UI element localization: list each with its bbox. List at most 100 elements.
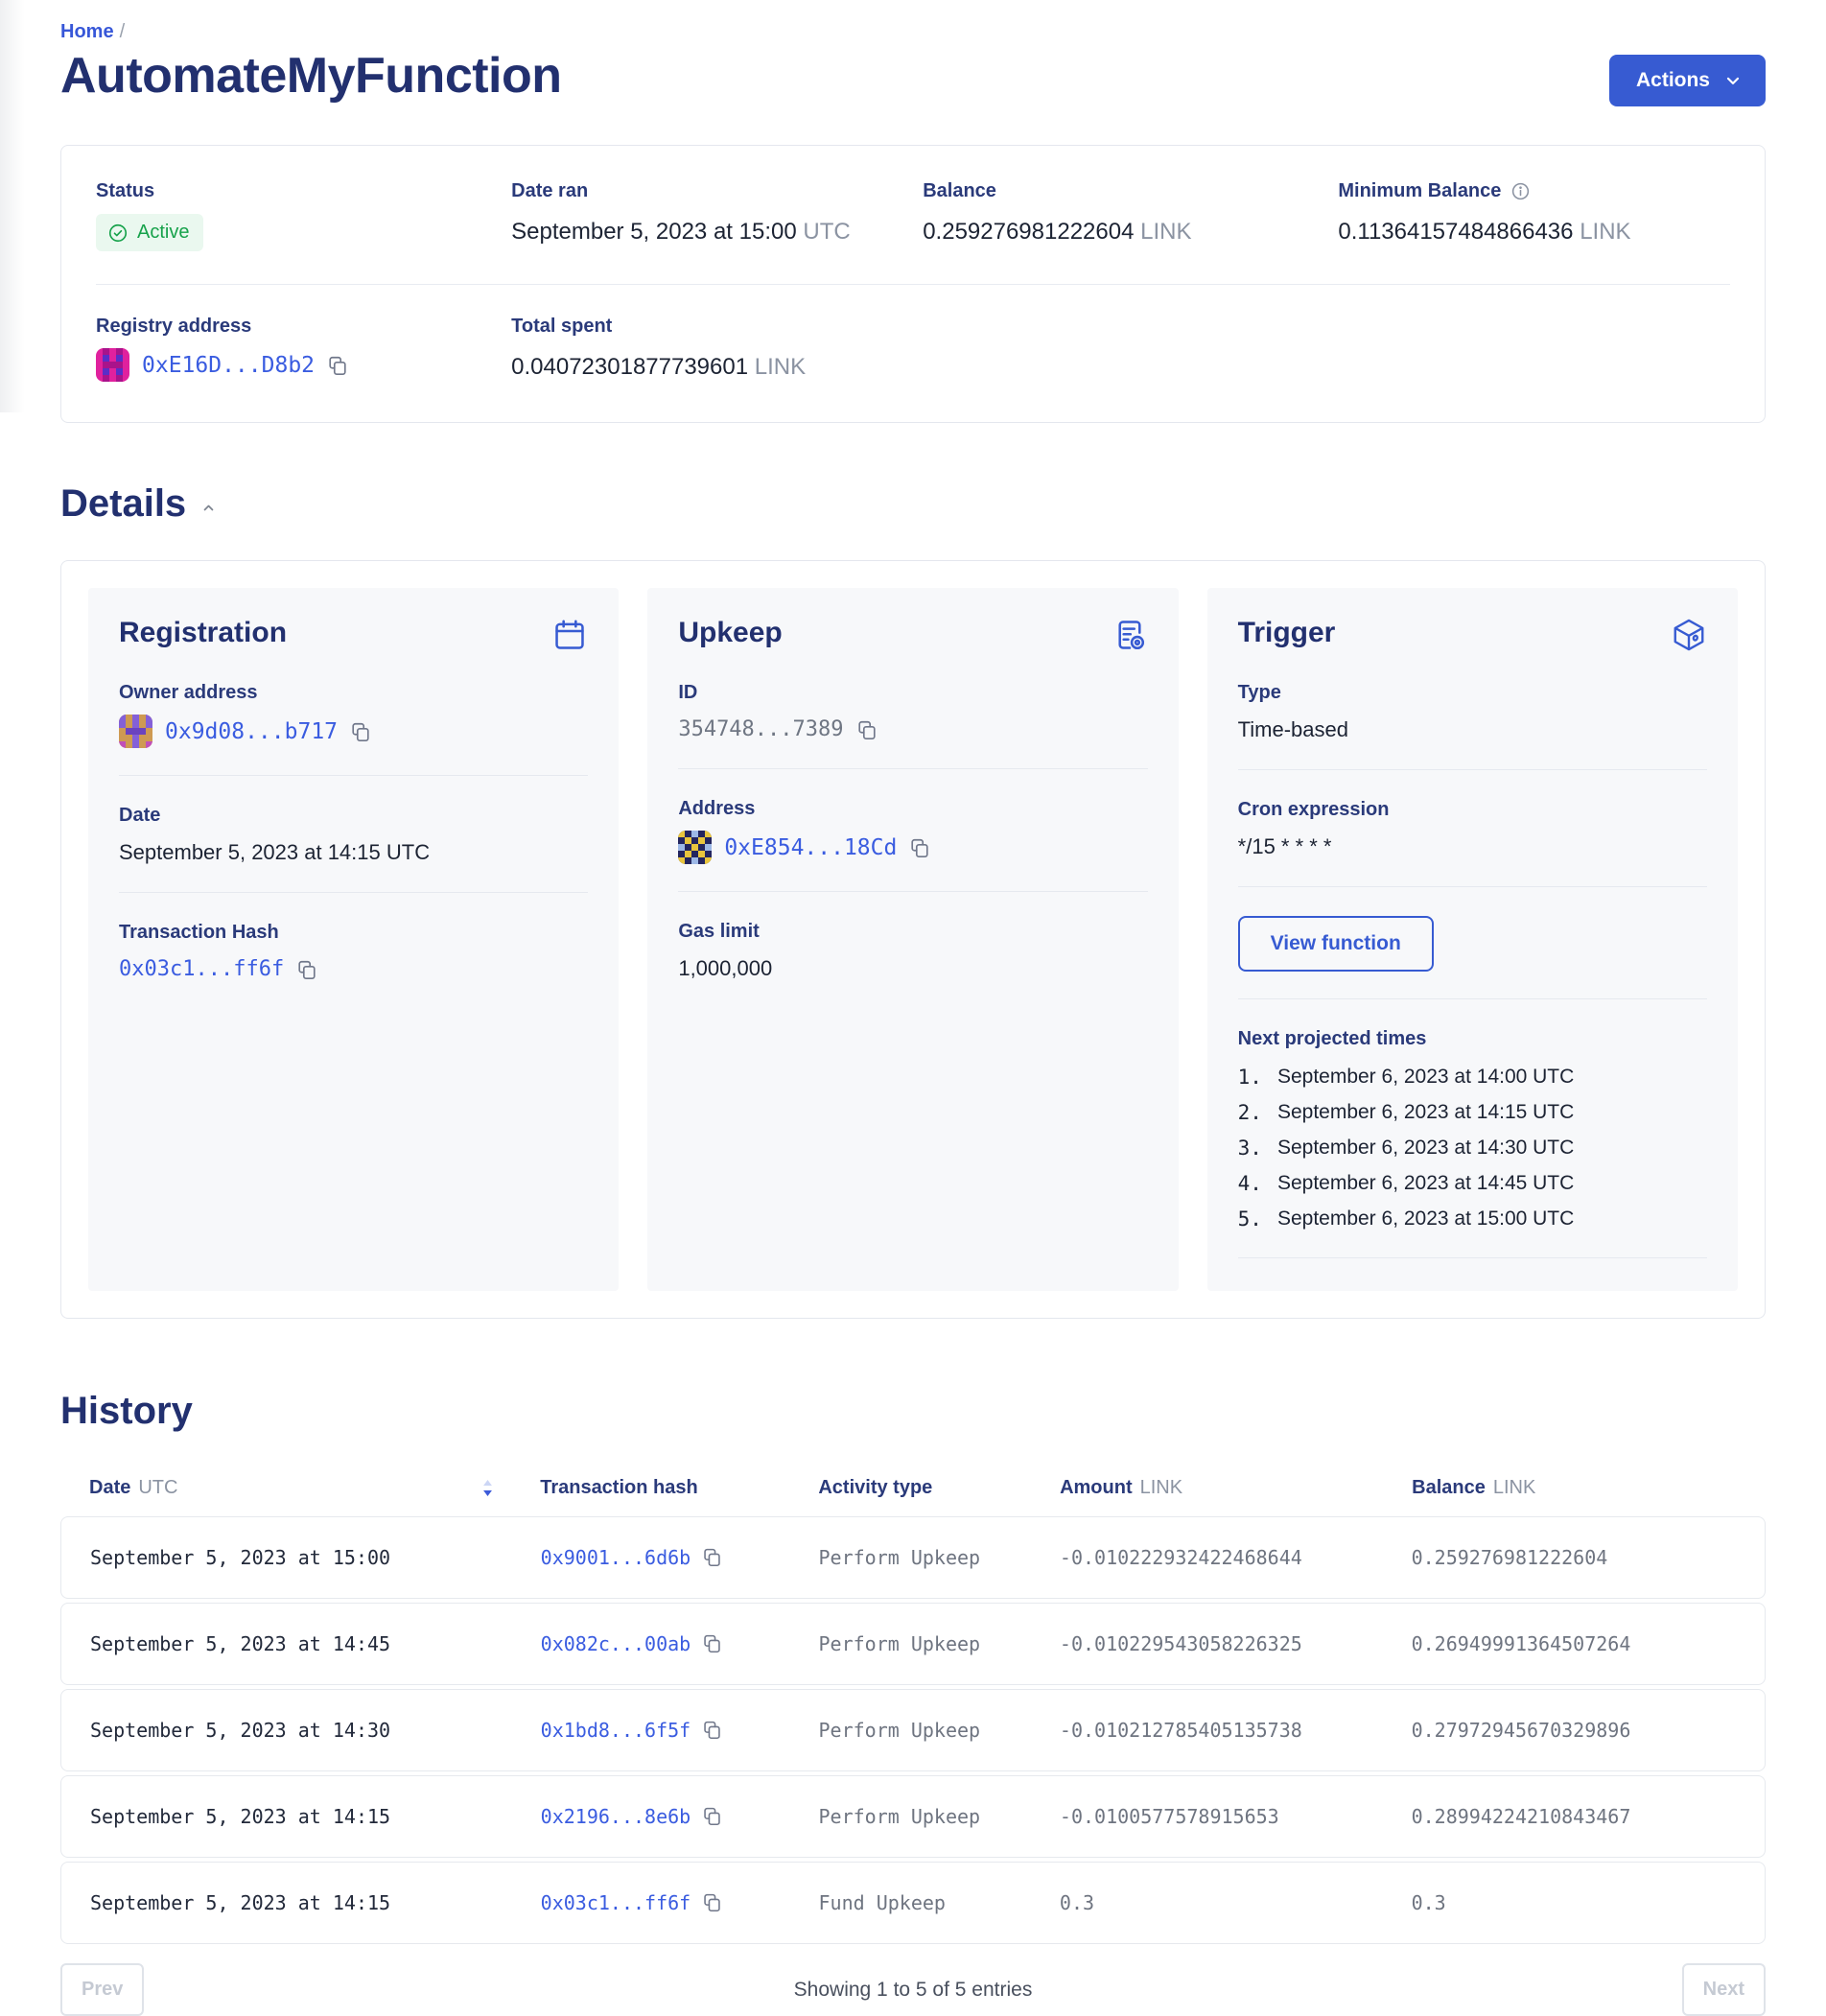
row-date: September 5, 2023 at 14:15 [90, 1891, 541, 1914]
row-amount: -0.0100577578915653 [1060, 1805, 1412, 1828]
balance-label: Balance [923, 180, 1338, 202]
calendar-icon [551, 617, 588, 653]
check-circle-icon [107, 223, 129, 244]
transaction-hash-label: Transaction Hash [119, 922, 588, 944]
owner-identicon [119, 715, 152, 748]
row-balance: 0.3 [1412, 1891, 1765, 1914]
page: Home / AutomateMyFunction Actions Status … [0, 0, 1826, 2016]
row-balance: 0.259276981222604 [1412, 1546, 1765, 1569]
next-projected-times-label: Next projected times [1238, 1028, 1707, 1050]
row-hash-link[interactable]: 0x03c1...ff6f [541, 1891, 691, 1914]
total-spent-value: 0.04072301877739601 LINK [511, 354, 1338, 381]
divider [1238, 886, 1707, 887]
projected-time-item: 5.September 6, 2023 at 15:00 UTC [1238, 1207, 1707, 1231]
breadcrumb-home-link[interactable]: Home [60, 21, 114, 42]
copy-icon[interactable] [702, 1633, 723, 1654]
table-row: September 5, 2023 at 14:45 0x082c...00ab… [60, 1603, 1766, 1685]
registration-card: Registration Owner address 0x9d08...b717 [88, 588, 619, 1291]
row-hash-link[interactable]: 0x082c...00ab [541, 1632, 691, 1655]
status-badge-text: Active [137, 222, 189, 244]
total-spent-field: Total spent 0.04072301877739601 LINK [511, 316, 1338, 382]
upkeep-card: Upkeep ID 354748...7389 Address [647, 588, 1178, 1291]
breadcrumb: Home / [60, 21, 1766, 43]
col-amount-suffix: LINK [1140, 1477, 1182, 1498]
actions-button[interactable]: Actions [1609, 55, 1766, 106]
col-balance-suffix: LINK [1493, 1477, 1535, 1498]
trigger-card: Trigger Type Time-based Cron expression … [1207, 588, 1738, 1291]
prev-button[interactable]: Prev [60, 1963, 144, 2016]
owner-address-link[interactable]: 0x9d08...b717 [165, 719, 338, 744]
cube-icon [1671, 617, 1707, 653]
copy-icon[interactable] [702, 1547, 723, 1568]
row-balance: 0.26949991364507264 [1412, 1632, 1765, 1655]
details-heading: Details [60, 482, 186, 526]
row-activity: Perform Upkeep [819, 1805, 1060, 1828]
col-activity-type[interactable]: Activity type [818, 1477, 932, 1498]
status-field: Status Active [96, 180, 511, 251]
projected-time-item: 1.September 6, 2023 at 14:00 UTC [1238, 1066, 1707, 1089]
copy-icon[interactable] [327, 355, 348, 376]
next-projected-times-list: 1.September 6, 2023 at 14:00 UTC 2.Septe… [1238, 1066, 1707, 1231]
copy-icon[interactable] [856, 719, 878, 740]
divider [678, 768, 1147, 769]
copy-icon[interactable] [909, 837, 930, 858]
collapse-chevron-icon[interactable] [199, 499, 218, 517]
col-balance[interactable]: Balance [1412, 1477, 1486, 1498]
overview-card: Status Active Date ran September 5, 2023… [60, 145, 1766, 423]
details-panel: Registration Owner address 0x9d08...b717 [60, 560, 1766, 1319]
copy-icon[interactable] [702, 1892, 723, 1913]
trigger-type-value: Time-based [1238, 717, 1707, 742]
row-amount: -0.010212785405135738 [1060, 1719, 1412, 1742]
row-date: September 5, 2023 at 15:00 [90, 1546, 541, 1569]
page-title: AutomateMyFunction [60, 47, 562, 105]
total-spent-label: Total spent [511, 316, 1338, 338]
col-date[interactable]: Date [89, 1477, 130, 1498]
copy-icon[interactable] [350, 721, 371, 742]
row-date: September 5, 2023 at 14:30 [90, 1719, 541, 1742]
row-hash-link[interactable]: 0x9001...6d6b [541, 1546, 691, 1569]
next-button[interactable]: Next [1682, 1963, 1766, 2016]
upkeep-address-label: Address [678, 798, 1147, 820]
status-label: Status [96, 180, 511, 202]
row-amount: -0.010229543058226325 [1060, 1632, 1412, 1655]
registry-identicon [96, 348, 129, 382]
sort-icon[interactable] [481, 1479, 494, 1497]
document-gear-icon [1112, 617, 1148, 653]
balance-value: 0.259276981222604 LINK [923, 219, 1338, 246]
divider [119, 892, 588, 893]
registry-address-field: Registry address 0xE16D...D8b2 [96, 316, 511, 382]
row-activity: Perform Upkeep [819, 1719, 1060, 1742]
registry-address-link[interactable]: 0xE16D...D8b2 [142, 353, 315, 378]
copy-icon[interactable] [702, 1806, 723, 1827]
table-row: September 5, 2023 at 14:30 0x1bd8...6f5f… [60, 1689, 1766, 1771]
row-activity: Perform Upkeep [819, 1546, 1060, 1569]
transaction-hash-link[interactable]: 0x03c1...ff6f [119, 957, 284, 981]
table-row: September 5, 2023 at 14:15 0x2196...8e6b… [60, 1775, 1766, 1858]
projected-time-item: 2.September 6, 2023 at 14:15 UTC [1238, 1101, 1707, 1124]
gas-limit-label: Gas limit [678, 921, 1147, 943]
info-icon[interactable] [1510, 181, 1531, 201]
pagination: Prev Showing 1 to 5 of 5 entries Next [60, 1963, 1766, 2016]
date-ran-field: Date ran September 5, 2023 at 15:00 UTC [511, 180, 923, 251]
showing-entries-text: Showing 1 to 5 of 5 entries [794, 1979, 1033, 2002]
view-function-button[interactable]: View function [1238, 916, 1434, 972]
copy-icon[interactable] [296, 959, 317, 980]
min-balance-value: 0.11364157484866436 LINK [1338, 219, 1730, 246]
upkeep-address-link[interactable]: 0xE854...18Cd [724, 835, 897, 860]
row-activity: Fund Upkeep [819, 1891, 1060, 1914]
upkeep-title: Upkeep [678, 617, 782, 649]
col-transaction-hash[interactable]: Transaction hash [540, 1477, 698, 1498]
min-balance-field: Minimum Balance 0.11364157484866436 LINK [1338, 180, 1730, 251]
registration-title: Registration [119, 617, 287, 649]
row-date: September 5, 2023 at 14:15 [90, 1805, 541, 1828]
col-amount[interactable]: Amount [1060, 1477, 1133, 1498]
row-hash-link[interactable]: 0x2196...8e6b [541, 1805, 691, 1828]
copy-icon[interactable] [702, 1720, 723, 1741]
history-heading: History [60, 1390, 1766, 1433]
min-balance-label: Minimum Balance [1338, 180, 1501, 202]
registration-date-value: September 5, 2023 at 14:15 UTC [119, 840, 588, 865]
upkeep-identicon [678, 831, 712, 864]
trigger-type-label: Type [1238, 682, 1707, 704]
breadcrumb-separator: / [120, 21, 126, 42]
row-hash-link[interactable]: 0x1bd8...6f5f [541, 1719, 691, 1742]
